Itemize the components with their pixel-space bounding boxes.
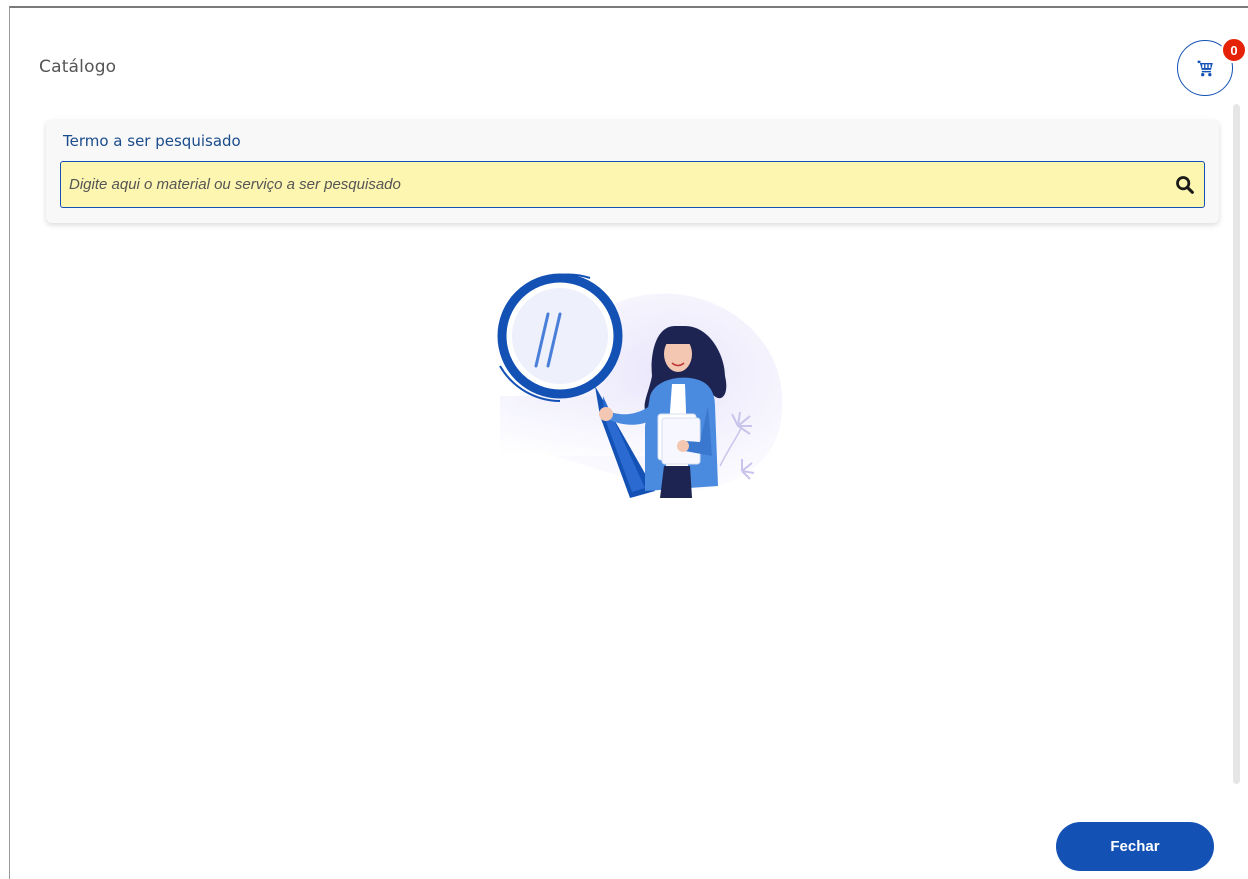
scrollbar[interactable] (1233, 104, 1240, 784)
cart-count-badge: 0 (1221, 37, 1247, 63)
woman-with-magnifying-glass-illustration (497, 273, 783, 498)
close-button[interactable]: Fechar (1056, 822, 1214, 871)
modal-title: Catálogo (39, 57, 117, 77)
catalog-modal: Catálogo 0 Termo a ser pesquisado Digite… (9, 6, 1248, 879)
search-input[interactable] (61, 162, 1177, 207)
search-label: Termo a ser pesquisado (63, 132, 241, 150)
search-icon[interactable] (1174, 174, 1196, 196)
search-field (60, 161, 1205, 208)
search-panel: Termo a ser pesquisado (46, 120, 1219, 223)
cart-icon (1197, 60, 1213, 77)
